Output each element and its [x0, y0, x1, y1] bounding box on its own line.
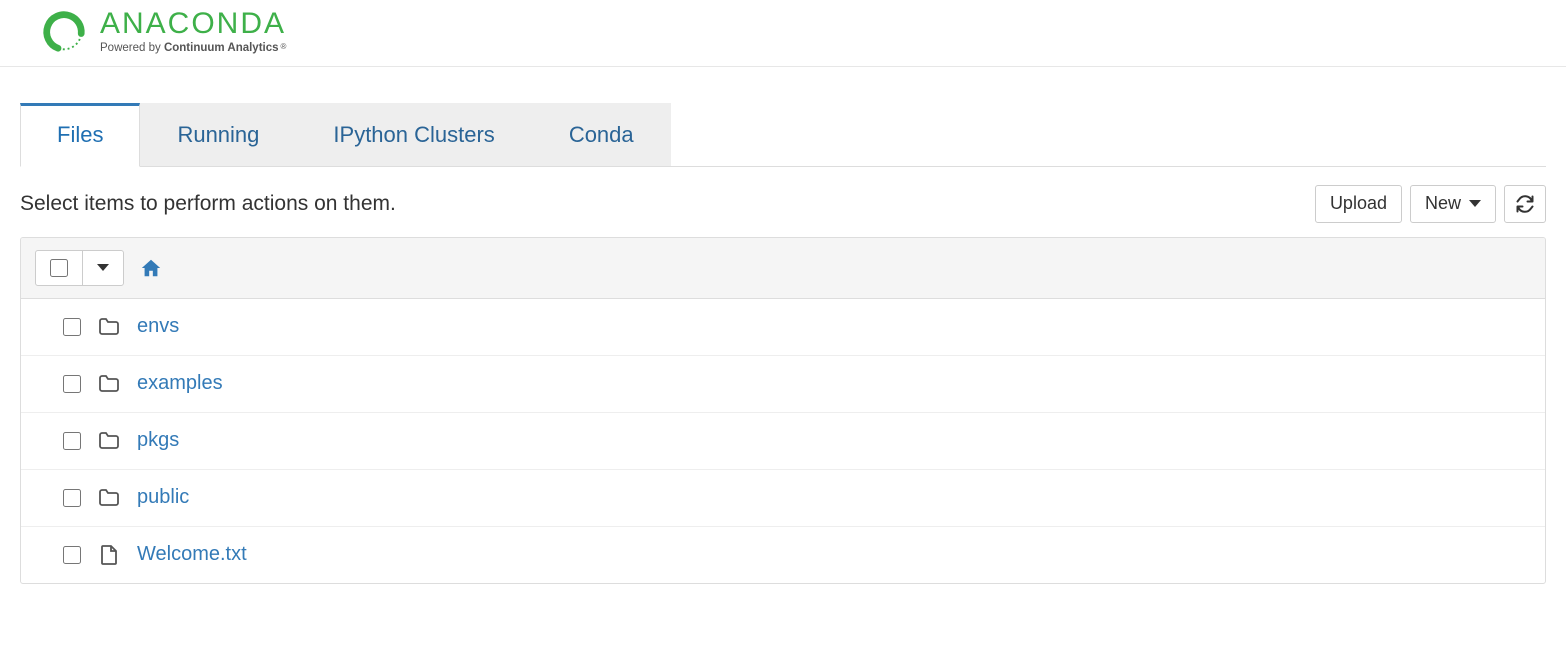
row-checkbox[interactable] [63, 546, 81, 564]
folder-icon [97, 486, 121, 510]
tab-ipython-clusters[interactable]: IPython Clusters [296, 103, 531, 166]
toolbar-buttons: Upload New [1315, 185, 1546, 223]
folder-icon [97, 429, 121, 453]
caret-down-icon [97, 264, 109, 271]
list-item: public [21, 469, 1545, 526]
item-name[interactable]: public [137, 486, 189, 509]
file-list-body: envs examples pkgs p [21, 299, 1545, 583]
item-name[interactable]: examples [137, 372, 223, 395]
file-icon [97, 543, 121, 567]
breadcrumb-home[interactable] [140, 257, 162, 279]
item-name[interactable]: pkgs [137, 429, 179, 452]
refresh-icon [1515, 194, 1535, 214]
home-icon [140, 257, 162, 279]
select-all-checkbox-wrap[interactable] [36, 251, 82, 285]
list-item: envs [21, 299, 1545, 355]
folder-icon [97, 372, 121, 396]
item-name[interactable]: Welcome.txt [137, 543, 247, 566]
instructions-text: Select items to perform actions on them. [20, 192, 396, 216]
tab-bar: Files Running IPython Clusters Conda [20, 103, 1546, 167]
select-menu-button[interactable] [82, 251, 123, 285]
file-list: envs examples pkgs p [20, 237, 1546, 584]
page-header: ANACONDA Powered by Continuum Analytics® [0, 0, 1566, 67]
tab-conda[interactable]: Conda [532, 103, 671, 166]
list-item: pkgs [21, 412, 1545, 469]
folder-icon [97, 315, 121, 339]
brand-name: ANACONDA [100, 9, 286, 39]
toolbar: Select items to perform actions on them.… [20, 167, 1546, 237]
select-all-checkbox[interactable] [50, 259, 68, 277]
select-all-group [35, 250, 124, 286]
row-checkbox[interactable] [63, 489, 81, 507]
file-list-header [21, 238, 1545, 299]
tab-files[interactable]: Files [20, 103, 140, 167]
refresh-button[interactable] [1504, 185, 1546, 223]
row-checkbox[interactable] [63, 318, 81, 336]
anaconda-logo-icon [40, 8, 88, 56]
item-name[interactable]: envs [137, 315, 179, 338]
brand-tagline: Powered by Continuum Analytics® [100, 43, 286, 55]
row-checkbox[interactable] [63, 432, 81, 450]
caret-down-icon [1469, 200, 1481, 207]
list-item: Welcome.txt [21, 526, 1545, 583]
upload-button[interactable]: Upload [1315, 185, 1402, 223]
tab-running[interactable]: Running [140, 103, 296, 166]
list-item: examples [21, 355, 1545, 412]
brand-logo[interactable]: ANACONDA Powered by Continuum Analytics® [40, 8, 1566, 56]
new-button[interactable]: New [1410, 185, 1496, 223]
row-checkbox[interactable] [63, 375, 81, 393]
